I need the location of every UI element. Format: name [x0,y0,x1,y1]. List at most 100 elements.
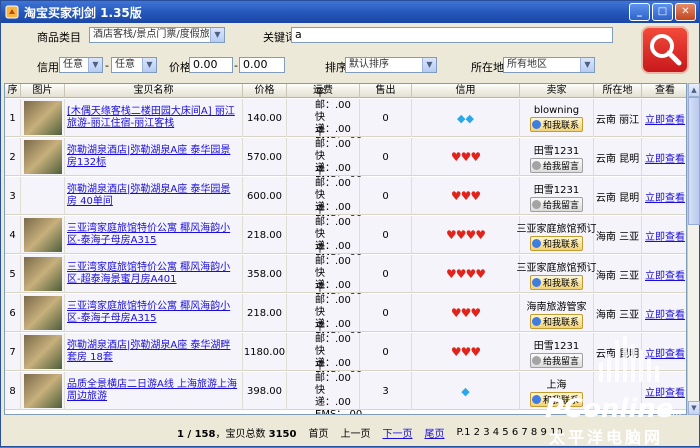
seller-name[interactable]: 田雪1231 [534,142,579,157]
product-name-link[interactable]: 弥勒湖泉酒店|弥勒湖泉A座 泰华园景房132标 [67,145,240,169]
scroll-up-icon[interactable]: ▲ [688,83,700,97]
vertical-scrollbar[interactable]: ▲ ▼ [687,83,700,415]
contact-seller-label: 和我联系 [542,239,579,250]
chevron-down-icon: ▼ [142,58,156,72]
header-num[interactable]: 序 [5,84,21,98]
view-now-link[interactable]: 立即查看 [645,306,685,321]
view-now-link[interactable]: 立即查看 [645,111,685,126]
header-sold[interactable]: 售出 [360,84,412,98]
scroll-down-icon[interactable]: ▼ [688,401,700,415]
scroll-thumb[interactable] [688,97,700,225]
close-button[interactable]: ✕ [675,3,696,21]
row-number: 1 [5,99,21,137]
contact-seller-button[interactable]: 和我联系 [529,116,583,132]
header-seller[interactable]: 卖家 [520,84,594,98]
header-view[interactable]: 查看 [642,84,686,98]
contact-seller-button[interactable]: 和我联系 [529,235,583,251]
contact-seller-button[interactable]: 给我留言 [529,196,583,212]
ship-normal: 平邮：.00 [315,205,359,229]
ship-normal-label: 平邮： [315,283,335,306]
seller-name[interactable]: 海南旅游管家 [527,298,587,313]
wangwang-icon [531,119,541,129]
product-name-link[interactable]: 三亚湾家庭旅馆特价公寓 椰风海韵小区-泰海子母房A315 [67,223,240,247]
search-button[interactable] [641,26,689,74]
ship-normal: 平邮：.00 [315,283,359,307]
seller-name[interactable]: 上海 [547,376,567,391]
location-select[interactable]: 所有地区 ▼ [503,57,595,73]
product-thumbnail[interactable] [23,218,62,252]
product-name-link[interactable]: [木偶天缘客栈二楼田园大床间A] 丽江旅游-丽江住宿-丽江客栈 [67,106,240,130]
product-thumbnail[interactable] [23,101,62,135]
ship-normal-label: 平邮： [315,322,335,345]
product-name-cell: 品质全景横店二日游A线 上海旅游上海周边旅游 [65,372,243,410]
credit-from-select[interactable]: 任意 ▼ [59,57,103,73]
minimize-button[interactable]: _ [629,3,650,21]
row-number: 8 [5,372,21,410]
first-page-link[interactable]: 首页 [308,425,328,440]
view-now-link[interactable]: 立即查看 [645,384,685,399]
product-thumbnail[interactable] [23,140,62,174]
view-cell: 立即查看 [642,294,686,332]
prev-page-link[interactable]: 上一页 [340,425,370,440]
contact-seller-button[interactable]: 给我留言 [529,352,583,368]
wangwang-icon [531,316,541,326]
sort-select[interactable]: 默认排序 ▼ [345,57,437,73]
table-row[interactable]: 8 品质全景横店二日游A线 上海旅游上海周边旅游 398.00 平邮：.00 快递：.0… [5,361,686,414]
product-thumbnail-cell [21,333,65,371]
view-now-link[interactable]: 立即查看 [645,150,685,165]
next-page-link[interactable]: 下一页 [382,425,412,440]
product-name-link[interactable]: 三亚湾家庭旅馆特价公寓 椰风海韵小区-泰海子母房A315 [67,301,240,325]
credit-to-select[interactable]: 任意 ▼ [111,57,157,73]
ship-normal-label: 平邮： [315,166,335,189]
contact-seller-button[interactable]: 和我联系 [529,391,583,407]
seller-name[interactable]: blowning [534,105,579,116]
last-page-link[interactable]: 尾页 [424,425,444,440]
keyword-input[interactable]: a [291,27,613,43]
header-price[interactable]: 价格 [243,84,287,98]
product-thumbnail[interactable] [23,374,62,408]
price-from-input[interactable]: 0.00 [189,57,233,73]
seller-location: 云南 昆明 [594,177,642,215]
header-location[interactable]: 所在地 [594,84,642,98]
product-thumbnail[interactable] [23,257,62,291]
view-now-link[interactable]: 立即查看 [645,228,685,243]
app-window: 淘宝买家利剑 1.35版 _ □ ✕ 商品类目 酒店客栈/景点门票/度假旅游 ▼… [0,0,700,447]
product-price: 218.00 [243,294,287,332]
view-now-link[interactable]: 立即查看 [645,345,685,360]
maximize-button[interactable]: □ [652,3,673,21]
seller-name[interactable]: 田雪1231 [534,181,579,196]
header-pic[interactable]: 图片 [21,84,65,98]
seller-name[interactable]: 三亚家庭旅馆预订 [517,220,597,235]
credit-cell: ♥♥♥♥ [412,255,520,293]
product-thumbnail[interactable] [23,335,62,369]
row-number: 7 [5,333,21,371]
contact-seller-button[interactable]: 和我联系 [529,313,583,329]
seller-location [594,372,642,410]
header-name[interactable]: 宝贝名称 [65,84,243,98]
contact-seller-button[interactable]: 给我留言 [529,157,583,173]
ship-normal-label: 平邮： [315,361,335,384]
seller-name[interactable]: 田雪1231 [534,337,579,352]
product-name-link[interactable]: 三亚湾家庭旅馆特价公寓 椰风海韵小区-超泰海景蜜月房A401 [67,262,240,286]
product-name-link[interactable]: 弥勒湖泉酒店|弥勒湖泉A座 泰华湖畔套房 18套 [67,340,240,364]
search-panel: 商品类目 酒店客栈/景点门票/度假旅游 ▼ 关键词 a 信用 任意 ▼ - 任意… [1,23,699,83]
row-number: 2 [5,138,21,176]
price-to-input[interactable]: 0.00 [239,57,285,73]
credit-heart-icon: ♥♥♥♥ [445,228,486,242]
contact-seller-button[interactable]: 和我联系 [529,274,583,290]
view-now-link[interactable]: 立即查看 [645,189,685,204]
seller-location: 云南 昆明 [594,138,642,176]
ship-normal-value: .00 [335,334,351,345]
product-name-link[interactable]: 弥勒湖泉酒店|弥勒湖泉A座 泰华园景房 40单间 [67,184,240,208]
view-now-link[interactable]: 立即查看 [645,267,685,282]
header-credit[interactable]: 信用 [412,84,520,98]
product-name-link[interactable]: 品质全景横店二日游A线 上海旅游上海周边旅游 [67,379,240,403]
seller-cell: 田雪1231 给我留言 [520,138,594,176]
seller-name[interactable]: 三亚家庭旅馆预订 [517,259,597,274]
contact-seller-label: 和我联系 [542,317,579,328]
category-select[interactable]: 酒店客栈/景点门票/度假旅游 ▼ [89,27,225,43]
product-name-cell: [木偶天缘客栈二楼田园大床间A] 丽江旅游-丽江住宿-丽江客栈 [65,99,243,137]
product-thumbnail[interactable] [23,296,62,330]
product-price: 140.00 [243,99,287,137]
page-numbers[interactable]: 1 2 3 4 5 6 7 8 9 10 [464,427,563,438]
